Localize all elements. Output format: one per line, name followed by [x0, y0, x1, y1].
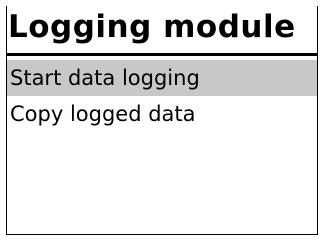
menu-item-label: Copy logged data [10, 102, 196, 126]
menu-item-copy-data[interactable]: Copy logged data [7, 96, 317, 132]
menu-list: Start data logging Copy logged data [7, 60, 317, 132]
menu-item-label: Start data logging [10, 66, 200, 90]
menu-item-start-logging[interactable]: Start data logging [7, 60, 317, 96]
title-divider [6, 53, 318, 56]
device-screen: Logging module Start data logging Copy l… [0, 0, 327, 243]
page-title: Logging module [8, 9, 296, 45]
